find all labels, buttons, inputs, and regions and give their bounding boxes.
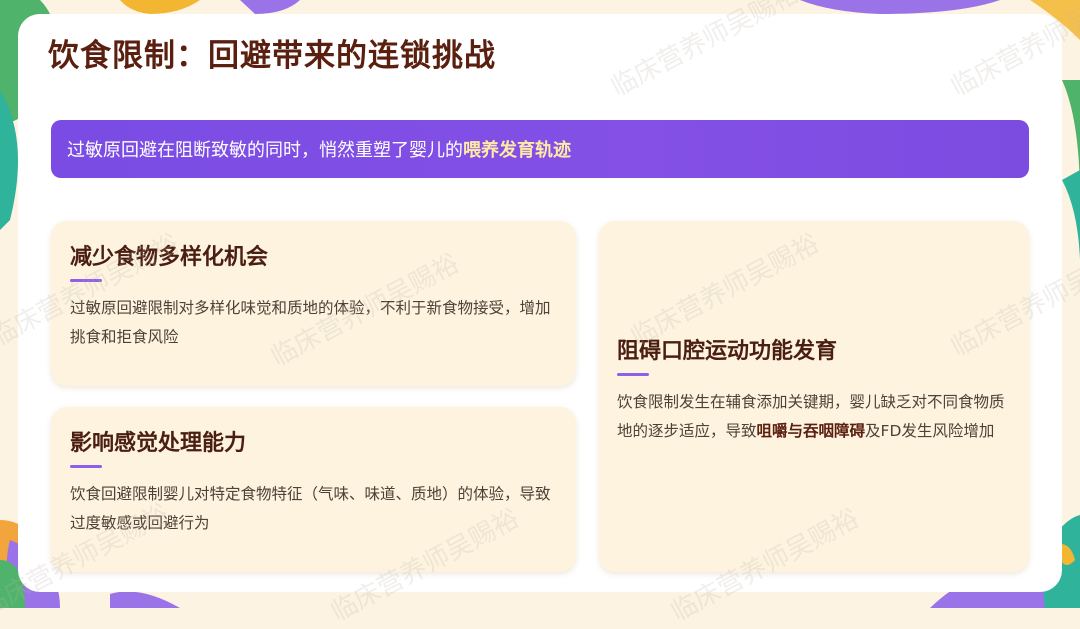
banner-text: 过敏原回避在阻断致敏的同时，悄然重塑了婴儿的 [67, 140, 463, 161]
banner-highlight: 喂养发育轨迹 [463, 140, 571, 161]
accent-bar [70, 279, 102, 282]
card-body: 过敏原回避限制对多样化味觉和质地的体验，不利于新食物接受，增加挑食和拒食风险 [70, 299, 551, 346]
card-sensory-processing: 影响感觉处理能力 饮食回避限制婴儿对特定食物特征（气味、味道、质地）的体验，导致… [51, 407, 576, 572]
accent-bar [70, 465, 102, 468]
card-body-highlight: 咀嚼与吞咽障碍 [756, 422, 866, 440]
card-heading: 影响感觉处理能力 [70, 431, 247, 456]
card-food-diversity: 减少食物多样化机会 过敏原回避限制对多样化味觉和质地的体验，不利于新食物接受，增… [51, 221, 576, 386]
accent-bar [617, 373, 649, 376]
card-oral-motor: 阻碍口腔运动功能发育 饮食限制发生在辅食添加关键期，婴儿缺乏对不同食物质地的逐步… [599, 221, 1029, 572]
card-heading: 阻碍口腔运动功能发育 [617, 339, 838, 364]
slide-title: 饮食限制：回避带来的连锁挑战 [48, 38, 496, 74]
card-body: 饮食回避限制婴儿对特定食物特征（气味、味道、质地）的体验，导致过度敏感或回避行为 [70, 485, 551, 532]
summary-banner: 过敏原回避在阻断致敏的同时，悄然重塑了婴儿的 喂养发育轨迹 [51, 120, 1029, 178]
card-body-text: 及FD发生风险增加 [865, 422, 995, 440]
card-body: 饮食限制发生在辅食添加关键期，婴儿缺乏对不同食物质地的逐步适应，导致咀嚼与吞咽障… [617, 388, 1011, 446]
card-heading: 减少食物多样化机会 [70, 245, 269, 270]
